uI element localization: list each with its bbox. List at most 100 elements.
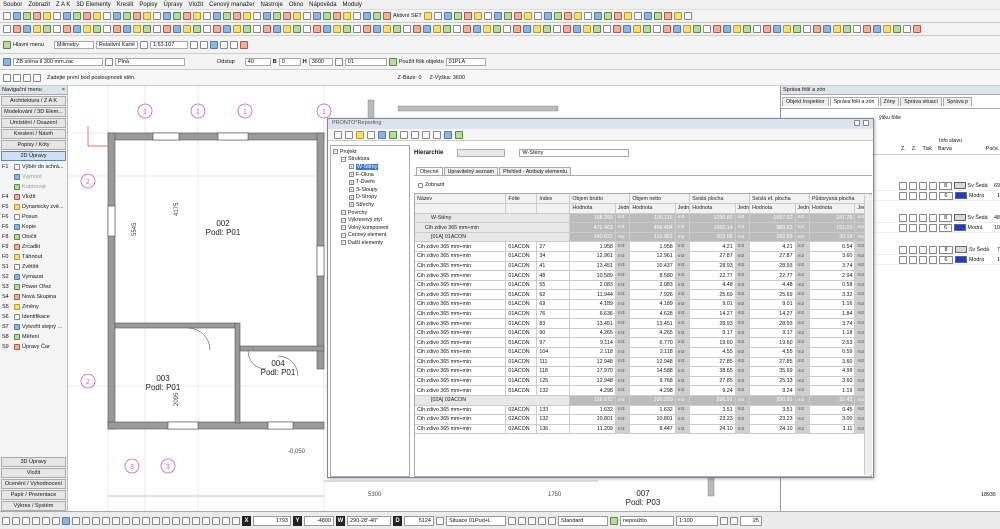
table-row[interactable]: Cih zdivo 365 mm+min 01ACON 34 12.961 m3 12.9… [415,251,870,262]
nav-command[interactable]: S1 Zvětšit [0,262,67,272]
toolbar-icon[interactable] [903,25,911,33]
status-icon[interactable] [22,516,30,525]
layer-toggle-icon[interactable] [899,245,907,254]
situation-select[interactable]: Situace 01Pud+L [446,515,506,526]
status-icon[interactable] [192,516,200,525]
toolbar-icon[interactable] [583,25,591,33]
toolbar-icon[interactable] [293,25,301,33]
toolbar-icon[interactable] [143,25,151,33]
nav-command[interactable]: S2 Vymazat [0,272,67,282]
copy-icon[interactable] [433,130,441,139]
toolbar-icon[interactable] [73,12,81,20]
toolbar-icon[interactable] [323,25,331,33]
toolbar-icon[interactable] [513,12,522,20]
expand-icon[interactable]: − [341,225,346,231]
toolbar-icon[interactable] [393,25,401,33]
toolbar-icon[interactable] [183,12,191,20]
nav-command[interactable]: S4 Nová Skupina [0,292,67,302]
toolbar-icon[interactable] [63,12,71,20]
layer-toggle-icon[interactable] [929,181,937,190]
toolbar-icon[interactable] [533,12,542,20]
toolbar-icon[interactable] [643,12,652,20]
table-row[interactable]: Cih zdivo 365 mm+min 01ACON 104 2.118 m3 2.11… [415,347,870,358]
toolbar-icon[interactable] [353,12,361,20]
layer-toggle-icon[interactable] [919,181,927,190]
tree-node[interactable]: − Volný komponent [333,224,407,232]
toolbar-icon[interactable] [273,12,281,20]
layer-toggle-icon[interactable] [929,255,937,264]
checkbox-checked-icon[interactable] [418,182,423,188]
toolbar-icon[interactable] [623,12,632,20]
toolbar-icon[interactable] [853,25,861,33]
toolbar-icon[interactable] [793,25,801,33]
toolbar-icon[interactable] [383,12,391,20]
toolbar-icon[interactable] [163,25,171,33]
tree-node[interactable]: − Další elementy [333,239,407,247]
toolbar-icon[interactable] [563,25,571,33]
toolbar-icon[interactable] [673,25,681,33]
status-icon[interactable] [152,516,160,525]
tree-node[interactable]: − Povrchy [333,209,407,217]
menu-item[interactable]: Úpravy [163,2,182,8]
toolbar-icon[interactable] [93,25,101,33]
toolbar-icon[interactable] [133,25,141,33]
toolbar-icon[interactable] [53,12,61,20]
panel-tab[interactable]: Zóny [879,97,900,106]
view-icon[interactable] [229,40,238,49]
toolbar-icon[interactable] [443,12,452,20]
expand-icon[interactable]: − [341,240,346,246]
toolbar-icon[interactable] [453,12,462,20]
view-icon[interactable] [239,40,248,49]
expand-icon[interactable]: − [341,156,346,162]
expand-icon[interactable]: + [349,202,354,208]
close-icon[interactable]: × [62,87,65,93]
toolbar-icon[interactable] [363,12,371,20]
reporting-dialog[interactable]: PRONTO*Reporting − Projekt − Struktura + W-St… [327,118,874,478]
toolbar-icon[interactable] [363,25,371,33]
scale-select[interactable]: 1:100 [676,515,718,526]
toolbar-icon[interactable] [653,12,662,20]
layer-toggle-icon[interactable] [899,191,907,200]
toolbar-icon[interactable] [33,12,41,20]
toolbar-icon[interactable] [653,25,661,33]
toolbar-icon[interactable] [43,25,51,33]
table-row[interactable]: Cih zdivo 365 mm+min 02ACON 133 1.632 m3 1.63… [415,405,870,416]
nav-category-button[interactable]: Papír / Prezentace [1,490,66,500]
toolbar-icon[interactable] [513,25,521,33]
table-row[interactable]: Cih zdivo 365 mm+min 01ACON 132 4.298 m3 4.29… [415,385,870,396]
toolbar-icon[interactable] [153,12,161,20]
nav-category-button[interactable]: 2D Úpravy [1,151,66,161]
layer-toggle-icon[interactable] [929,245,937,254]
toolbar-icon[interactable] [733,25,741,33]
layer-toggle-icon[interactable] [919,191,927,200]
coord-select[interactable]: Relativní Karté [95,40,138,49]
toolbar-icon[interactable] [873,25,881,33]
toolbar-icon[interactable] [73,25,81,33]
layer-toggle-icon[interactable] [899,213,907,222]
toolbar-icon[interactable] [23,12,31,20]
menu-item[interactable]: Moduly [343,2,362,8]
toolbar-icon[interactable] [233,12,241,20]
w-field[interactable]: 290-28'-40" [347,515,391,526]
nav-command[interactable]: F4 Vložit [0,192,67,202]
toolbar-icon[interactable] [203,12,211,20]
toolbar-icon[interactable] [563,12,572,20]
tree-node[interactable]: − Struktura [333,156,407,164]
status-icon[interactable] [182,516,190,525]
menu-item[interactable]: Z A K [56,2,70,8]
toolbar-icon[interactable] [573,25,581,33]
toolbar-icon[interactable] [293,12,301,20]
table-scrollbar[interactable] [864,195,872,475]
toolbar-icon[interactable] [813,25,821,33]
dialog-titlebar[interactable]: PRONTO*Reporting [328,119,873,129]
toolbar-icon[interactable] [493,12,502,20]
status-icon[interactable] [32,516,40,525]
expand-icon[interactable]: + [349,194,354,200]
layer-toggle-icon[interactable] [919,255,927,264]
toolbar-icon[interactable] [143,12,151,20]
nav-command[interactable]: S9 Úpravy Čar [0,342,67,352]
toolbar-icon[interactable] [323,12,331,20]
toolbar-icon[interactable] [663,25,671,33]
toolbar-icon[interactable] [203,25,211,33]
toolbar-icon[interactable] [883,25,891,33]
